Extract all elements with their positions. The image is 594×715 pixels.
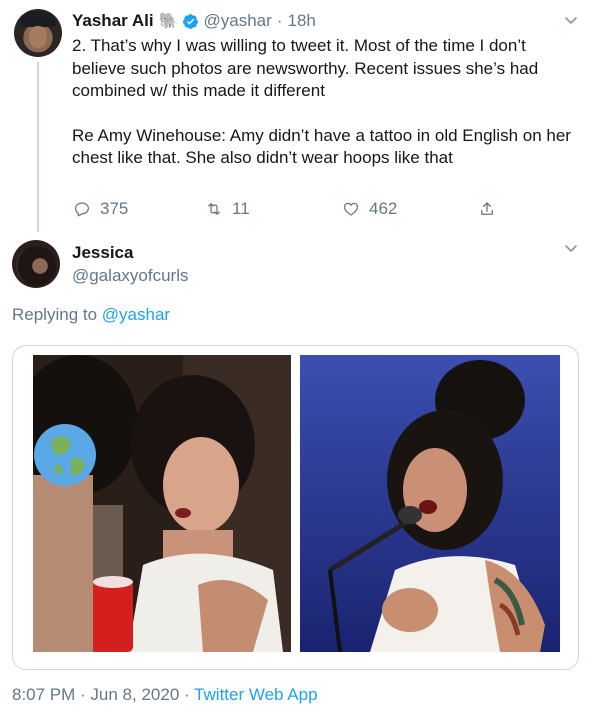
like-button[interactable]: 462 <box>342 198 397 220</box>
heart-icon <box>343 202 359 216</box>
source-link[interactable]: Twitter Web App <box>194 685 317 704</box>
like-count: 462 <box>369 199 398 218</box>
share-button[interactable] <box>478 198 505 220</box>
photo-amy-winehouse[interactable] <box>300 355 560 652</box>
reply-count: 375 <box>100 199 129 218</box>
replying-to: Replying to @yashar <box>12 305 170 325</box>
author-handle[interactable]: @yashar <box>204 11 272 31</box>
photo-amy-winehouse-image <box>300 355 560 652</box>
author-name-2[interactable]: Jessica <box>72 243 133 263</box>
replying-handle-link[interactable]: @yashar <box>102 305 170 324</box>
avatar-hair <box>16 246 56 286</box>
photo-party[interactable] <box>33 355 291 652</box>
retweet-count: 11 <box>232 199 250 218</box>
media-attachment[interactable] <box>12 345 579 670</box>
separator-dot: · <box>276 11 283 30</box>
elephant-emoji: 🐘 <box>158 13 179 30</box>
share-icon <box>481 202 493 215</box>
avatar-jessica[interactable] <box>12 240 60 288</box>
tweet-timestamp: 8:07 PM · Jun 8, 2020 · Twitter Web App <box>12 685 318 705</box>
verified-icon <box>182 13 198 29</box>
tweet-yashar[interactable]: Yashar Ali 🐘 @yashar · 18h 2. That’s why… <box>0 0 594 232</box>
tweet-time[interactable]: 18h <box>287 11 315 31</box>
replying-prefix: Replying to <box>12 305 98 324</box>
thread-line <box>37 62 39 232</box>
tweet-text: 2. That’s why I was willing to tweet it.… <box>72 35 582 192</box>
retweet-button[interactable]: 11 <box>205 198 250 220</box>
avatar-yashar[interactable] <box>14 9 62 57</box>
tweet-text-paragraph-1: 2. That’s why I was willing to tweet it.… <box>72 36 539 100</box>
timestamp-text[interactable]: 8:07 PM · Jun 8, 2020 · <box>12 685 194 704</box>
reply-button[interactable]: 375 <box>73 198 128 220</box>
chevron-down-icon[interactable] <box>563 12 579 28</box>
author-name[interactable]: Yashar Ali <box>72 11 154 31</box>
tweet-text-paragraph-2: Re Amy Winehouse: Amy didn’t have a tatt… <box>72 125 571 168</box>
photo-party-image <box>33 355 291 652</box>
tweet-header: Yashar Ali 🐘 @yashar · 18h <box>72 9 316 33</box>
avatar-face <box>29 26 47 48</box>
avatar-cap <box>20 11 56 27</box>
reply-icon <box>74 202 90 217</box>
retweet-icon <box>208 203 220 215</box>
chevron-down-icon[interactable] <box>563 240 579 256</box>
author-handle-2[interactable]: @galaxyofcurls <box>72 266 188 286</box>
